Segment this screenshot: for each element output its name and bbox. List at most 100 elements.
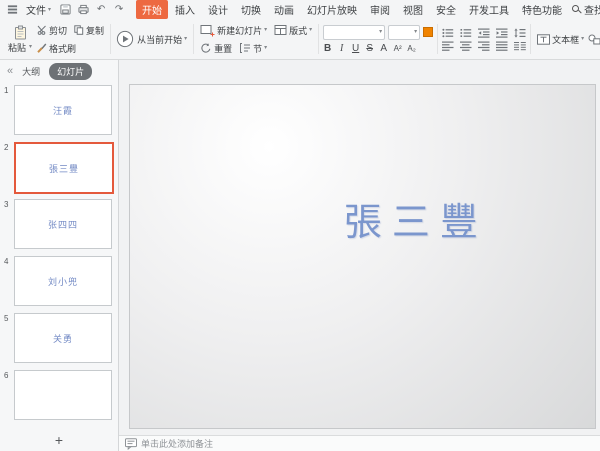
app-menu-icon[interactable] xyxy=(5,3,19,17)
tab-slides[interactable]: 幻灯片 xyxy=(49,63,92,80)
section-button[interactable]: 节 ▾ xyxy=(237,41,269,56)
align-left-button[interactable] xyxy=(442,41,454,51)
play-from-current-icon-button[interactable] xyxy=(115,29,135,49)
print-button[interactable] xyxy=(76,3,90,17)
columns-button[interactable] xyxy=(514,41,526,51)
increase-indent-button[interactable] xyxy=(496,28,508,38)
paste-button[interactable]: 粘贴 ▾ xyxy=(5,25,35,54)
format-painter-button[interactable]: 格式刷 xyxy=(35,41,78,56)
line-spacing-button[interactable] xyxy=(514,28,526,38)
undo-button[interactable]: ↶ xyxy=(94,3,108,17)
chevron-down-icon: ▾ xyxy=(29,44,32,50)
slide-thumbnail-title: 张四四 xyxy=(48,218,78,231)
font-name-combo[interactable]: ▾ xyxy=(323,25,385,40)
slide-number: 6 xyxy=(4,371,8,380)
notes-bar[interactable]: 单击此处添加备注 xyxy=(119,435,600,451)
align-center-button[interactable] xyxy=(460,41,472,51)
ribbon-separator xyxy=(318,24,319,54)
tab-security[interactable]: 安全 xyxy=(430,0,462,19)
collapse-panel-button[interactable]: « xyxy=(7,65,13,77)
slide-thumbnail-title: 刘小兜 xyxy=(48,275,78,288)
redo-button[interactable]: ↷ xyxy=(112,3,126,17)
menu-tab-bar: 文件 ▾ ↶ ↷ 开始 插入 设计 切换 动画 幻灯片放映 审阅 视图 安全 开… xyxy=(0,0,600,19)
ribbon-separator xyxy=(530,24,531,54)
ribbon-separator xyxy=(437,24,438,54)
slide-thumbnail-box: 刘小兜 xyxy=(14,256,112,306)
add-slide-button[interactable]: + xyxy=(0,429,118,451)
italic-button[interactable]: I xyxy=(337,43,346,54)
slide-thumbnail-title: 关勇 xyxy=(53,332,73,345)
copy-label: 复制 xyxy=(86,24,104,37)
tab-design[interactable]: 设计 xyxy=(202,0,234,19)
copy-button[interactable]: 复制 xyxy=(72,23,106,38)
notes-placeholder: 单击此处添加备注 xyxy=(141,437,213,450)
justify-button[interactable] xyxy=(496,41,508,51)
bullet-list-button[interactable] xyxy=(442,28,454,38)
reset-button[interactable]: 重置 xyxy=(198,41,234,56)
tab-transitions[interactable]: 切换 xyxy=(235,0,267,19)
paragraph-group xyxy=(439,20,529,58)
tab-home[interactable]: 开始 xyxy=(136,0,168,19)
file-menu-button[interactable]: 文件 ▾ xyxy=(23,1,54,18)
slide-thumbnail-list: 1 汪霞 2 張三豐 3 张四四 4 刘小兜 5 关勇 xyxy=(0,82,118,429)
slide-thumbnail[interactable]: 4 刘小兜 xyxy=(0,256,118,304)
tab-outline[interactable]: 大纲 xyxy=(22,65,40,78)
chevron-down-icon: ▾ xyxy=(379,29,382,35)
textbox-button[interactable]: 文本框 ▾ xyxy=(535,32,586,47)
layout-button[interactable]: 版式 ▾ xyxy=(272,23,314,38)
new-slide-button[interactable]: 新建幻灯片 ▾ xyxy=(198,23,269,38)
slideshow-group: 从当前开始 ▾ xyxy=(112,20,192,58)
cut-label: 剪切 xyxy=(49,24,67,37)
tab-animations[interactable]: 动画 xyxy=(268,0,300,19)
slide-thumbnail-selected[interactable]: 2 張三豐 xyxy=(0,142,118,190)
slide-thumbnail[interactable]: 1 汪霞 xyxy=(0,85,118,133)
numbered-list-button[interactable] xyxy=(460,28,472,38)
slide-thumbnail[interactable]: 5 关勇 xyxy=(0,313,118,361)
cut-button[interactable]: 剪切 xyxy=(35,23,69,38)
slide-thumbnail-box: 張三豐 xyxy=(14,142,114,194)
chevron-down-icon: ▾ xyxy=(581,36,584,42)
bold-button[interactable]: B xyxy=(323,43,332,54)
tab-view[interactable]: 视图 xyxy=(397,0,429,19)
shapes-button[interactable]: 形状 ▾ xyxy=(586,32,600,47)
underline-button[interactable]: U xyxy=(351,43,360,54)
format-painter-label: 格式刷 xyxy=(49,42,76,55)
highlight-color-chip[interactable] xyxy=(423,27,433,37)
slide-thumbnail[interactable]: 6 xyxy=(0,370,118,418)
slide-canvas[interactable]: 張三豐 xyxy=(129,84,596,429)
slide-thumbnail-title: 張三豐 xyxy=(49,162,79,175)
font-size-combo[interactable]: ▾ xyxy=(388,25,420,40)
file-menu-label: 文件 xyxy=(26,2,46,17)
redo-icon: ↷ xyxy=(115,4,123,15)
tab-features[interactable]: 特色功能 xyxy=(516,0,568,19)
from-current-button[interactable]: 从当前开始 ▾ xyxy=(135,32,189,47)
search-icon xyxy=(572,5,581,14)
slide-number: 4 xyxy=(4,257,8,266)
tab-devtools[interactable]: 开发工具 xyxy=(463,0,515,19)
ribbon: 粘贴 ▾ 剪切 复制 xyxy=(0,19,600,60)
section-label: 节 xyxy=(253,42,262,55)
font-color-button[interactable]: A xyxy=(379,43,388,54)
tab-insert[interactable]: 插入 xyxy=(169,0,201,19)
align-right-button[interactable] xyxy=(478,41,490,51)
strikethrough-button[interactable]: S xyxy=(365,43,374,54)
slides-group: 新建幻灯片 ▾ 版式 ▾ 重置 节 xyxy=(195,20,317,58)
slide-title-textbox[interactable]: 張三豐 xyxy=(344,191,488,246)
ribbon-tabs: 开始 插入 设计 切换 动画 幻灯片放映 审阅 视图 安全 开发工具 特色功能 xyxy=(136,0,568,19)
decrease-indent-button[interactable] xyxy=(478,28,490,38)
slide-thumbnail-box: 张四四 xyxy=(14,199,112,249)
paste-label-row: 粘贴 ▾ xyxy=(8,41,32,54)
chevron-down-icon: ▾ xyxy=(309,27,312,33)
clipboard-group: 粘贴 ▾ 剪切 复制 xyxy=(2,20,109,58)
undo-icon: ↶ xyxy=(97,4,105,15)
save-button[interactable] xyxy=(58,3,72,17)
superscript-button[interactable]: A² xyxy=(393,44,402,53)
slide-thumbnail-box: 汪霞 xyxy=(14,85,112,135)
new-slide-label: 新建幻灯片 xyxy=(217,24,262,37)
slide-thumbnail[interactable]: 3 张四四 xyxy=(0,199,118,247)
subscript-button[interactable]: A₂ xyxy=(407,44,416,53)
slide-number: 5 xyxy=(4,314,8,323)
tab-review[interactable]: 审阅 xyxy=(364,0,396,19)
find-button[interactable]: 查找 xyxy=(572,2,600,17)
tab-slideshow[interactable]: 幻灯片放映 xyxy=(301,0,363,19)
